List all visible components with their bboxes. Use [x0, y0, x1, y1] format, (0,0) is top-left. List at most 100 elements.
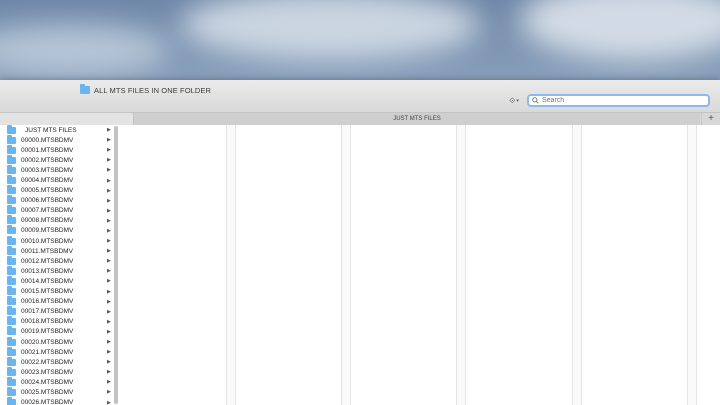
folder-icon [7, 134, 16, 144]
list-item[interactable]: 00024.MTSBDMV ▶ [0, 376, 114, 387]
tab-bar: JUST MTS FILES + [0, 112, 720, 126]
list-item-label: JUST MTS FILES [25, 126, 77, 134]
list-item[interactable]: 00016.MTSBDMV ▶ [0, 296, 114, 307]
list-item[interactable]: 00013.MTSBDMV ▶ [0, 265, 114, 276]
folder-icon [7, 164, 16, 174]
list-item[interactable]: 00005.MTSBDMV ▶ [0, 185, 114, 196]
list-item-label: 00018.MTSBDMV [21, 318, 74, 326]
list-item-label: 00016.MTSBDMV [21, 298, 74, 306]
folder-icon [7, 245, 16, 255]
list-item[interactable]: 00014.MTSBDMV ▶ [0, 275, 114, 286]
folder-icon [7, 215, 16, 225]
list-item[interactable]: 00002.MTSBDMV ▶ [0, 154, 114, 165]
column-1[interactable]: JUST MTS FILES ▶ 00000.MTSBDMV ▶ 00001.MTS… [0, 125, 114, 405]
list-item-label: 00012.MTSBDMV [21, 257, 74, 265]
dropbox-menu-button[interactable]: ⟐ ▾ [505, 95, 523, 107]
chevron-right-icon: ▶ [107, 308, 111, 315]
chevron-down-icon: ▾ [516, 98, 519, 104]
list-item[interactable]: 00003.MTSBDMV ▶ [0, 164, 114, 175]
folder-icon [7, 144, 16, 154]
window-title-text: ALL MTS FILES IN ONE FOLDER [94, 85, 212, 95]
chevron-right-icon: ▶ [107, 147, 111, 154]
list-item[interactable]: 00006.MTSBDMV ▶ [0, 195, 114, 206]
empty-column [687, 125, 697, 405]
list-item[interactable]: 00007.MTSBDMV ▶ [0, 205, 114, 216]
chevron-right-icon: ▶ [107, 177, 111, 184]
list-item[interactable]: 00004.MTSBDMV ▶ [0, 175, 114, 185]
list-item-label: 00001.MTSBDMV [21, 146, 74, 154]
tab-just-mts-files[interactable]: JUST MTS FILES [134, 113, 700, 125]
sky-cloud [520, 0, 720, 60]
folder-icon [7, 336, 16, 346]
list-item[interactable]: 00017.MTSBDMV ▶ [0, 306, 114, 317]
folder-icon [7, 175, 16, 185]
chevron-right-icon: ▶ [107, 278, 111, 285]
list-item[interactable]: 00001.MTSBDMV ▶ [0, 144, 114, 155]
list-item[interactable]: JUST MTS FILES ▶ [0, 125, 114, 135]
chevron-right-icon: ▶ [107, 339, 111, 346]
list-item-label: 00026.MTSBDMV [21, 399, 74, 405]
chevron-right-icon: ▶ [107, 127, 111, 134]
list-item[interactable]: 00023.MTSBDMV ▶ [0, 366, 114, 377]
chevron-right-icon: ▶ [107, 328, 111, 335]
list-item-label: 00007.MTSBDMV [21, 207, 74, 215]
chevron-right-icon: ▶ [107, 137, 111, 144]
list-item[interactable]: 00010.MTSBDMV ▶ [0, 235, 114, 246]
chevron-right-icon: ▶ [107, 288, 111, 295]
list-item[interactable]: 00022.MTSBDMV ▶ [0, 356, 114, 367]
list-item-label: 00011.MTSBDMV [21, 247, 73, 255]
list-item[interactable]: 00026.MTSBDMV ▶ [0, 397, 114, 405]
list-item[interactable]: 00019.MTSBDMV ▶ [0, 326, 114, 337]
chevron-right-icon: ▶ [107, 268, 111, 275]
list-item[interactable]: 00021.MTSBDMV ▶ [0, 346, 114, 357]
folder-icon [7, 346, 16, 356]
list-item-label: 00023.MTSBDMV [21, 368, 74, 376]
search-input[interactable] [542, 97, 702, 104]
folder-icon [7, 286, 16, 296]
list-item[interactable]: 00015.MTSBDMV ▶ [0, 286, 114, 297]
list-item-label: 00006.MTSBDMV [21, 197, 74, 205]
list-item[interactable]: 00025.MTSBDMV ▶ [0, 386, 114, 397]
folder-icon [7, 154, 16, 164]
folder-icon [7, 235, 16, 245]
list-item-label: 00010.MTSBDMV [21, 237, 74, 245]
title-bar[interactable]: ALL MTS FILES IN ONE FOLDER ⟐ ▾ [0, 80, 720, 112]
list-item[interactable]: 00008.MTSBDMV ▶ [0, 215, 114, 226]
list-item-label: 00003.MTSBDMV [21, 166, 74, 174]
chevron-right-icon: ▶ [107, 369, 111, 376]
list-item[interactable]: 00000.MTSBDMV ▶ [0, 134, 114, 145]
folder-icon [7, 376, 16, 386]
empty-column [226, 125, 236, 405]
column-browser: JUST MTS FILES ▶ 00000.MTSBDMV ▶ 00001.MTS… [0, 125, 720, 405]
search-field[interactable] [527, 94, 710, 107]
tab-left[interactable] [0, 113, 134, 125]
list-item-label: 00005.MTSBDMV [21, 187, 74, 195]
chevron-right-icon: ▶ [107, 167, 111, 174]
window-title: ALL MTS FILES IN ONE FOLDER [80, 83, 211, 97]
scrollbar[interactable] [114, 126, 118, 404]
folder-icon [7, 265, 16, 275]
chevron-right-icon: ▶ [107, 227, 111, 234]
list-item[interactable]: 00009.MTSBDMV ▶ [0, 225, 114, 236]
new-tab-button[interactable]: + [701, 113, 720, 125]
chevron-right-icon: ▶ [107, 399, 111, 405]
folder-icon [80, 84, 90, 94]
list-item[interactable]: 00011.MTSBDMV ▶ [0, 245, 114, 256]
list-item[interactable]: 00020.MTSBDMV ▶ [0, 336, 114, 347]
folder-icon [7, 366, 16, 376]
finder-window: ALL MTS FILES IN ONE FOLDER ⟐ ▾ JUST MTS… [0, 80, 720, 405]
list-item[interactable]: 00012.MTSBDMV ▶ [0, 255, 114, 266]
empty-column [456, 125, 466, 405]
empty-column [341, 125, 351, 405]
chevron-right-icon: ▶ [107, 359, 111, 366]
chevron-right-icon: ▶ [107, 207, 111, 214]
folder-icon [7, 306, 16, 316]
folder-icon [7, 275, 16, 285]
list-item-label: 00020.MTSBDMV [21, 338, 74, 346]
folder-icon [7, 296, 16, 306]
list-item-label: 00025.MTSBDMV [21, 388, 74, 396]
list-item-label: 00017.MTSBDMV [21, 308, 74, 316]
list-item-label: 00019.MTSBDMV [21, 328, 74, 336]
sky-cloud [180, 0, 480, 60]
list-item[interactable]: 00018.MTSBDMV ▶ [0, 316, 114, 327]
